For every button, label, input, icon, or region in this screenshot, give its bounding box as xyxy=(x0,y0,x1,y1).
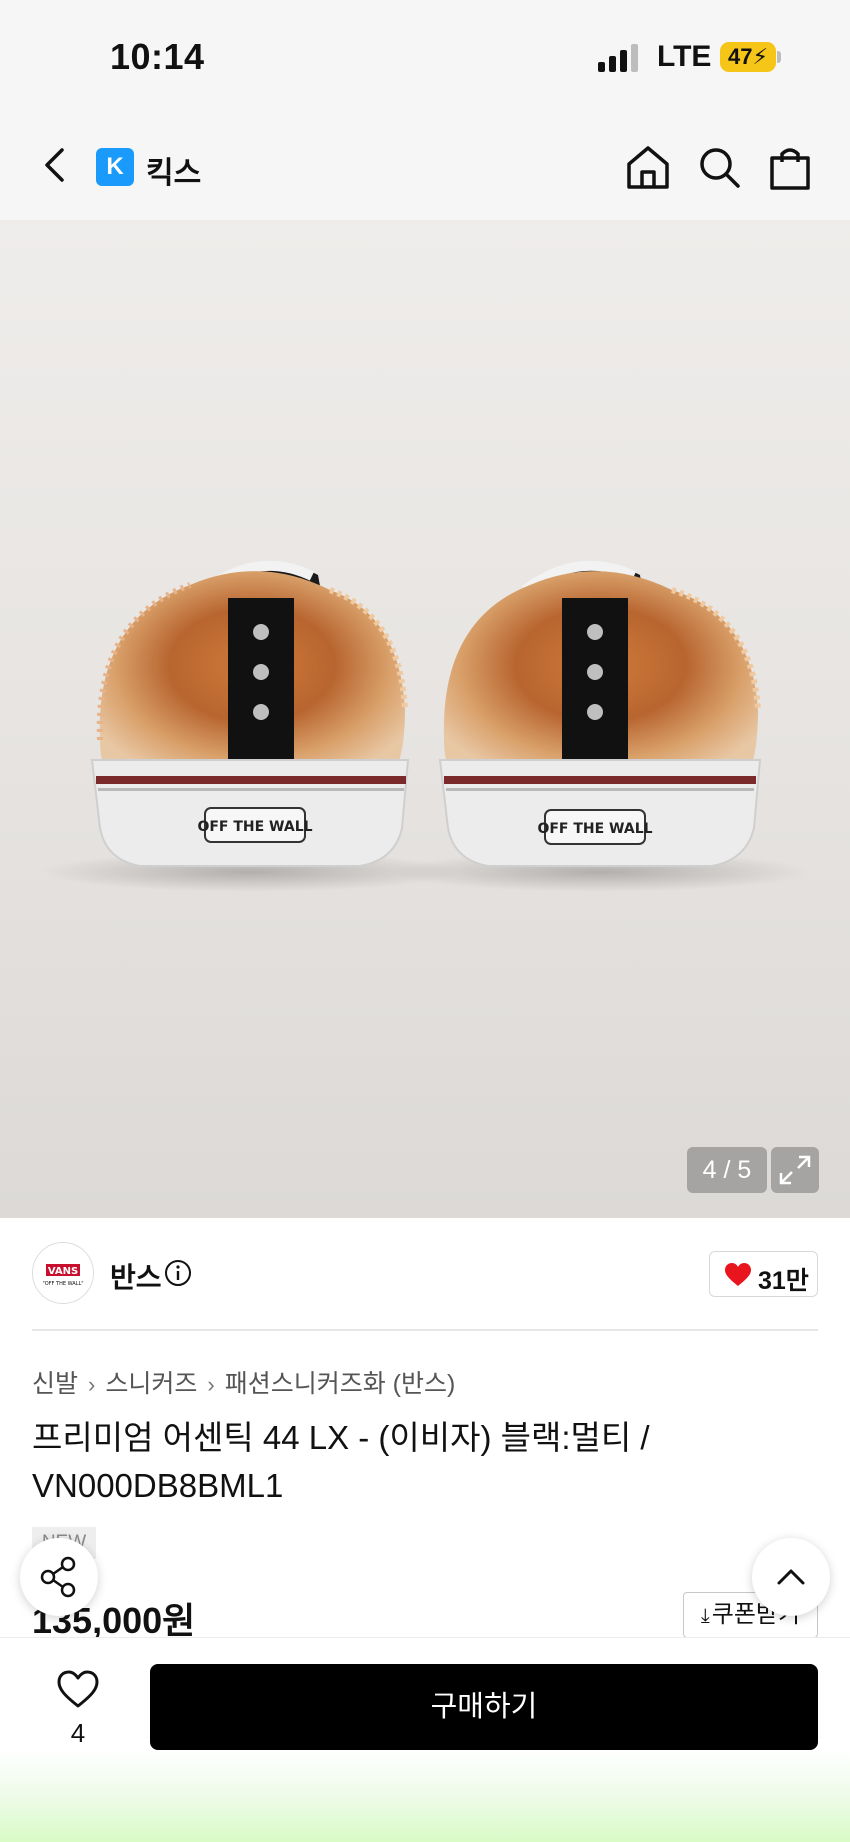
network-type: LTE xyxy=(657,40,712,73)
bag-icon[interactable] xyxy=(766,144,814,192)
charging-icon: ⚡ xyxy=(752,44,768,69)
home-icon[interactable] xyxy=(624,144,672,190)
top-nav: K 킥스 xyxy=(0,110,850,220)
share-icon xyxy=(40,1556,76,1598)
scroll-top-button[interactable] xyxy=(752,1538,830,1616)
bottom-action-bar: 4 구매하기 xyxy=(0,1637,850,1842)
battery-cap xyxy=(777,51,781,63)
store-name[interactable]: 킥스 xyxy=(146,148,201,192)
svg-text:OFF THE WALL: OFF THE WALL xyxy=(197,819,312,835)
back-icon[interactable] xyxy=(36,142,76,188)
divider xyxy=(32,1329,818,1331)
left-shoe: OFF THE WALL xyxy=(90,560,410,867)
wish-count: 4 xyxy=(70,1718,86,1748)
chevron-right-icon: › xyxy=(88,1372,96,1397)
breadcrumb-item[interactable]: 스니커즈 xyxy=(105,1370,197,1398)
product-title: 프리미엄 어센틱 44 LX - (이비자) 블랙:멀티 / VN000DB8B… xyxy=(32,1419,650,1504)
brand-like-button[interactable]: 31만 xyxy=(709,1251,818,1297)
product-image[interactable]: OFF THE WALL OFF THE WALL xyxy=(0,220,850,1218)
expand-icon[interactable] xyxy=(771,1147,819,1193)
info-icon[interactable] xyxy=(164,1259,192,1287)
status-time: 10:14 xyxy=(110,36,205,77)
status-bar: 10:14 LTE 47⚡ xyxy=(0,0,850,110)
brand-logo[interactable]: VANS "OFF THE WALL" xyxy=(32,1242,94,1304)
chevron-up-icon xyxy=(777,1569,805,1585)
download-icon: ⤓ xyxy=(700,1605,710,1627)
sneaker-illustration: OFF THE WALL OFF THE WALL xyxy=(40,560,810,892)
brand-like-count: 31만 xyxy=(758,1267,809,1295)
buy-button[interactable]: 구매하기 xyxy=(150,1664,818,1750)
heart-outline-icon[interactable] xyxy=(56,1668,100,1710)
battery-level: 47 xyxy=(728,44,753,69)
breadcrumb: 신발 › 스니커즈 › 패션스니커즈화 (반스) xyxy=(32,1364,455,1400)
right-shoe: OFF THE WALL xyxy=(438,560,762,867)
image-counter: 4 / 5 xyxy=(687,1147,767,1193)
svg-text:OFF THE WALL: OFF THE WALL xyxy=(537,821,652,837)
heart-filled-icon xyxy=(725,1263,751,1286)
vans-logo: VANS "OFF THE WALL" xyxy=(42,1264,84,1287)
share-button[interactable] xyxy=(20,1538,98,1616)
brand-name[interactable]: 반스 xyxy=(110,1256,162,1296)
signal-icon xyxy=(598,44,638,72)
breadcrumb-item[interactable]: 패션스니커즈화 (반스) xyxy=(225,1370,456,1398)
chevron-right-icon: › xyxy=(207,1372,215,1397)
breadcrumb-item[interactable]: 신발 xyxy=(32,1370,78,1398)
search-icon[interactable] xyxy=(696,144,742,190)
vans-logo-subtext: "OFF THE WALL" xyxy=(42,1281,83,1287)
vans-logo-text: VANS xyxy=(48,1266,78,1277)
battery-indicator: 47⚡ xyxy=(720,42,776,72)
kicks-logo[interactable]: K xyxy=(96,148,134,186)
